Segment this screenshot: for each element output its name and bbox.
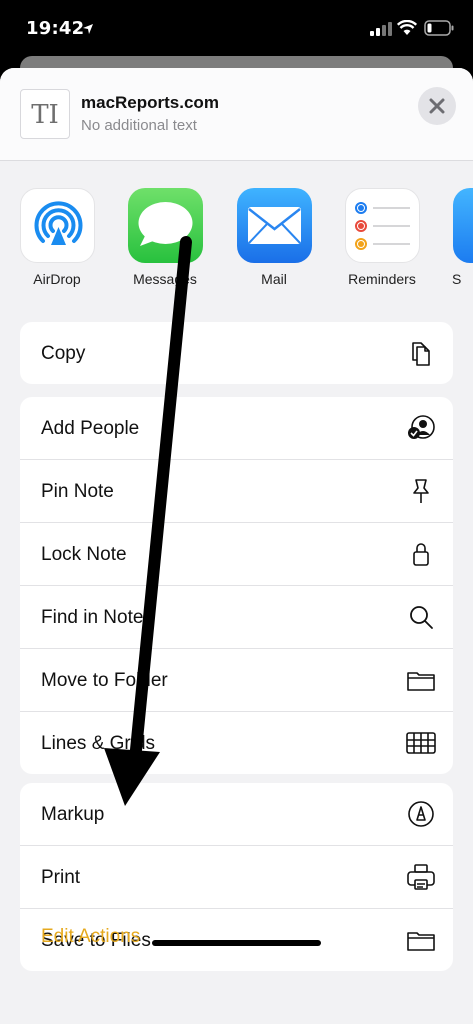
action-group-copy: Copy [20, 322, 453, 384]
folder-icon [406, 925, 436, 955]
home-indicator [152, 940, 321, 946]
add-people-icon [406, 413, 436, 443]
share-subtitle: No additional text [81, 117, 197, 134]
note-thumbnail: TI [20, 89, 70, 139]
share-title: macReports.com [81, 93, 219, 112]
action-label: Move to Folder [41, 670, 168, 691]
search-icon [406, 602, 436, 632]
cellular-signal-icon [370, 22, 392, 41]
action-add-people[interactable]: Add People [20, 397, 453, 460]
status-time: 19:42 [26, 18, 85, 39]
mail-icon [237, 188, 312, 263]
status-bar: 19:42 [0, 0, 473, 58]
action-label: Find in Note [41, 607, 144, 628]
edit-actions-link[interactable]: Edit Actions [41, 926, 140, 948]
action-lock-note[interactable]: Lock Note [20, 523, 453, 586]
app-label: Reminders [348, 271, 416, 287]
app-reminders[interactable]: Reminders [334, 188, 426, 288]
app-row: AirDrop Messages Mail Reminders S [0, 188, 473, 288]
reminders-icon [345, 188, 420, 263]
copy-icon [406, 338, 436, 368]
app-messages[interactable]: Messages [117, 188, 209, 288]
share-sheet: TI macReports.com No additional text Air… [0, 68, 473, 1024]
text-format-icon: TI [31, 100, 59, 130]
lock-icon [406, 539, 436, 569]
action-move-to-folder[interactable]: Move to Folder [20, 649, 453, 712]
action-print[interactable]: Print [20, 846, 453, 909]
app-icon-partial [453, 188, 473, 263]
print-icon [406, 862, 436, 892]
action-label: Pin Note [41, 481, 114, 502]
app-label: AirDrop [33, 271, 81, 287]
grid-icon [406, 728, 436, 758]
app-airdrop[interactable]: AirDrop [9, 188, 101, 288]
wifi-icon [396, 19, 418, 41]
airdrop-icon [20, 188, 95, 263]
action-find-in-note[interactable]: Find in Note [20, 586, 453, 649]
app-label: S [452, 271, 462, 287]
action-label: Copy [41, 343, 86, 364]
action-label: Markup [41, 804, 105, 825]
action-label: Print [41, 867, 81, 888]
markup-icon [406, 799, 436, 829]
action-group-note: Add People Pin Note Lock Note Find in No… [20, 397, 453, 774]
action-label: Lock Note [41, 544, 127, 565]
app-partial[interactable]: S [442, 188, 473, 288]
folder-icon [406, 665, 436, 695]
location-arrow-icon [82, 22, 94, 40]
action-pin-note[interactable]: Pin Note [20, 460, 453, 523]
messages-icon [128, 188, 203, 263]
share-header: TI macReports.com No additional text [0, 68, 473, 161]
action-markup[interactable]: Markup [20, 783, 453, 846]
app-mail[interactable]: Mail [226, 188, 318, 288]
close-icon [429, 98, 445, 114]
app-label: Messages [133, 271, 197, 287]
battery-icon [424, 20, 454, 41]
action-lines-grids[interactable]: Lines & Grids [20, 712, 453, 774]
close-button[interactable] [418, 87, 456, 125]
pin-icon [406, 476, 436, 506]
action-copy[interactable]: Copy [20, 322, 453, 384]
action-label: Lines & Grids [41, 733, 156, 754]
app-label: Mail [261, 271, 287, 287]
action-label: Add People [41, 418, 140, 439]
